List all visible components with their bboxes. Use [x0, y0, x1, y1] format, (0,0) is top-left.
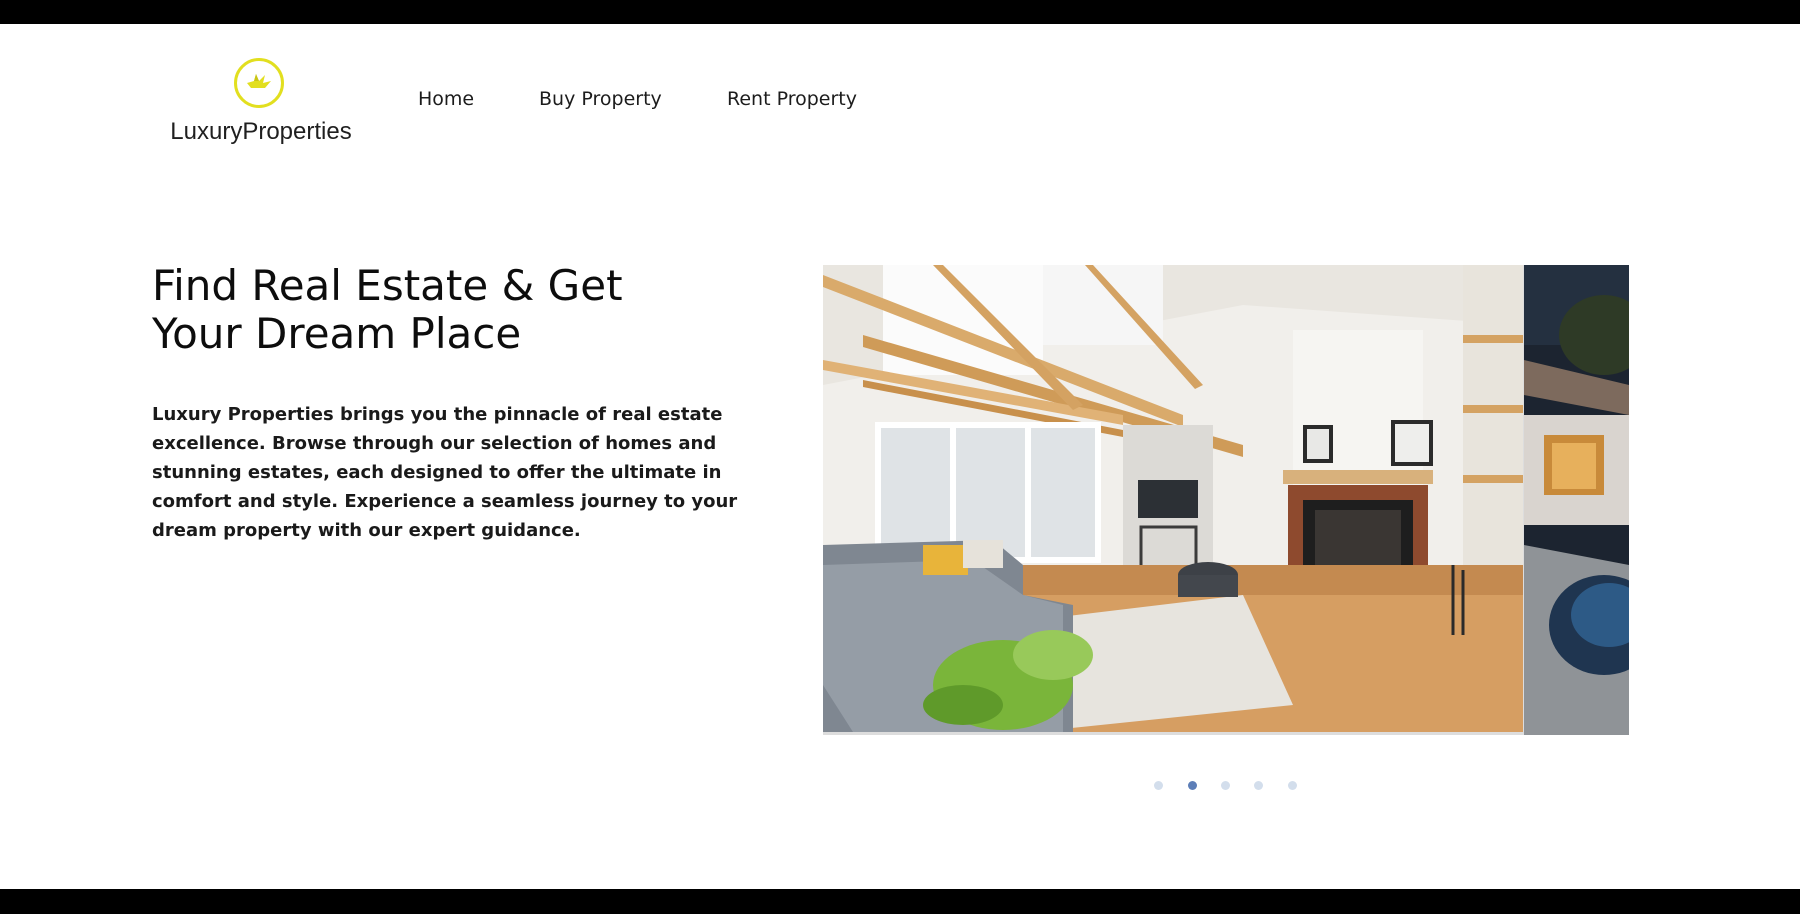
top-black-bar: [0, 0, 1800, 24]
nav-buy-property-link[interactable]: Buy Property: [539, 88, 662, 110]
origami-crane-icon: [234, 58, 284, 108]
nav-rent-property-link[interactable]: Rent Property: [727, 88, 857, 110]
hero-title: Find Real Estate & Get Your Dream Place: [152, 262, 712, 358]
carousel-dot-5[interactable]: [1288, 781, 1297, 790]
carousel-dot-2-active[interactable]: [1188, 781, 1197, 790]
bottom-black-bar: [0, 889, 1800, 914]
pool-house-photo: [1524, 265, 1629, 735]
hero-title-line-1: Find Real Estate & Get: [152, 261, 623, 310]
nav-home-link[interactable]: Home: [418, 88, 474, 110]
carousel-dot-1[interactable]: [1154, 781, 1163, 790]
site-logo[interactable]: LuxuryProperties: [168, 56, 354, 148]
brand-name: LuxuryProperties: [170, 118, 352, 145]
property-carousel[interactable]: [823, 265, 1629, 735]
carousel-dot-4[interactable]: [1254, 781, 1263, 790]
carousel-dot-3[interactable]: [1221, 781, 1230, 790]
living-room-photo: [823, 265, 1523, 732]
hero-title-line-2: Your Dream Place: [152, 309, 522, 358]
hero-description: Luxury Properties brings you the pinnacl…: [152, 404, 738, 541]
